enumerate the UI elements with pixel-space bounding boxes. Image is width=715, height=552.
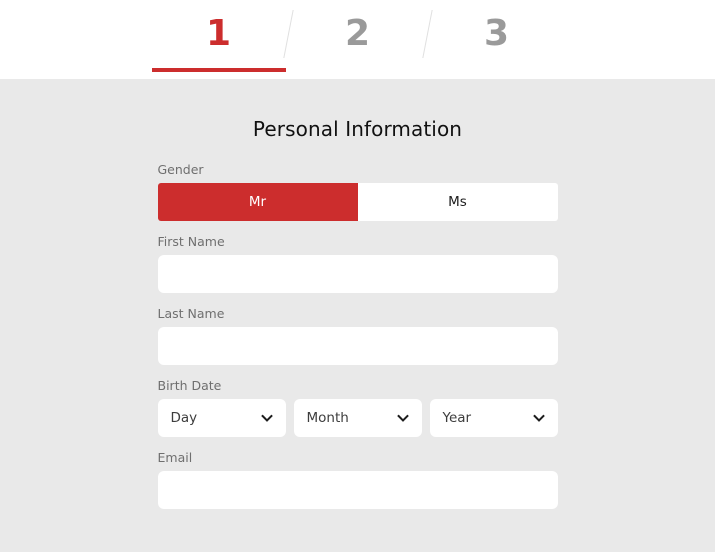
step-label-3: 3 — [483, 12, 510, 54]
birth-date-selects: Day Month Year — [157, 399, 558, 437]
birth-day-select[interactable]: Day — [157, 399, 286, 437]
page-title: Personal Information — [252, 117, 463, 141]
email-label: Email — [157, 450, 193, 465]
email-input[interactable] — [157, 471, 558, 509]
gender-option-mr[interactable]: Mr — [157, 183, 358, 221]
last-name-label: Last Name — [157, 306, 225, 321]
gender-option-ms[interactable]: Ms — [357, 183, 558, 221]
gender-label: Gender — [157, 162, 204, 177]
step-label-1: 1 — [205, 12, 232, 54]
last-name-field-group: Last Name — [157, 306, 558, 365]
last-name-input[interactable] — [157, 327, 558, 365]
gender-field-group: Gender Mr Ms — [157, 162, 558, 221]
birth-month-value: Month — [306, 410, 349, 426]
birth-year-select[interactable]: Year — [429, 399, 558, 437]
step-item-1[interactable]: 1 — [151, 0, 286, 79]
birth-day-value: Day — [170, 410, 198, 426]
step-label-2: 2 — [344, 12, 371, 54]
chevron-down-icon — [260, 412, 273, 424]
step-item-2[interactable]: 2 — [291, 0, 425, 79]
step-item-3[interactable]: 3 — [430, 0, 564, 79]
first-name-field-group: First Name — [157, 234, 558, 293]
birth-date-label: Birth Date — [157, 378, 222, 393]
birth-month-select[interactable]: Month — [293, 399, 422, 437]
chevron-down-icon — [396, 412, 409, 424]
gender-toggle-group[interactable]: Mr Ms — [157, 183, 558, 221]
step-indicator-header: 1 2 3 — [0, 0, 715, 79]
step-list: 1 2 3 — [151, 0, 564, 79]
email-field-group: Email — [157, 450, 558, 509]
personal-information-form: Gender Mr Ms First Name Last Name Birth … — [157, 141, 558, 509]
first-name-input[interactable] — [157, 255, 558, 293]
first-name-label: First Name — [157, 234, 225, 249]
chevron-down-icon — [532, 412, 545, 424]
birth-date-field-group: Birth Date Day Month Year — [157, 378, 558, 437]
form-body: Personal Information Gender Mr Ms First … — [0, 79, 715, 552]
birth-year-value: Year — [442, 410, 472, 426]
